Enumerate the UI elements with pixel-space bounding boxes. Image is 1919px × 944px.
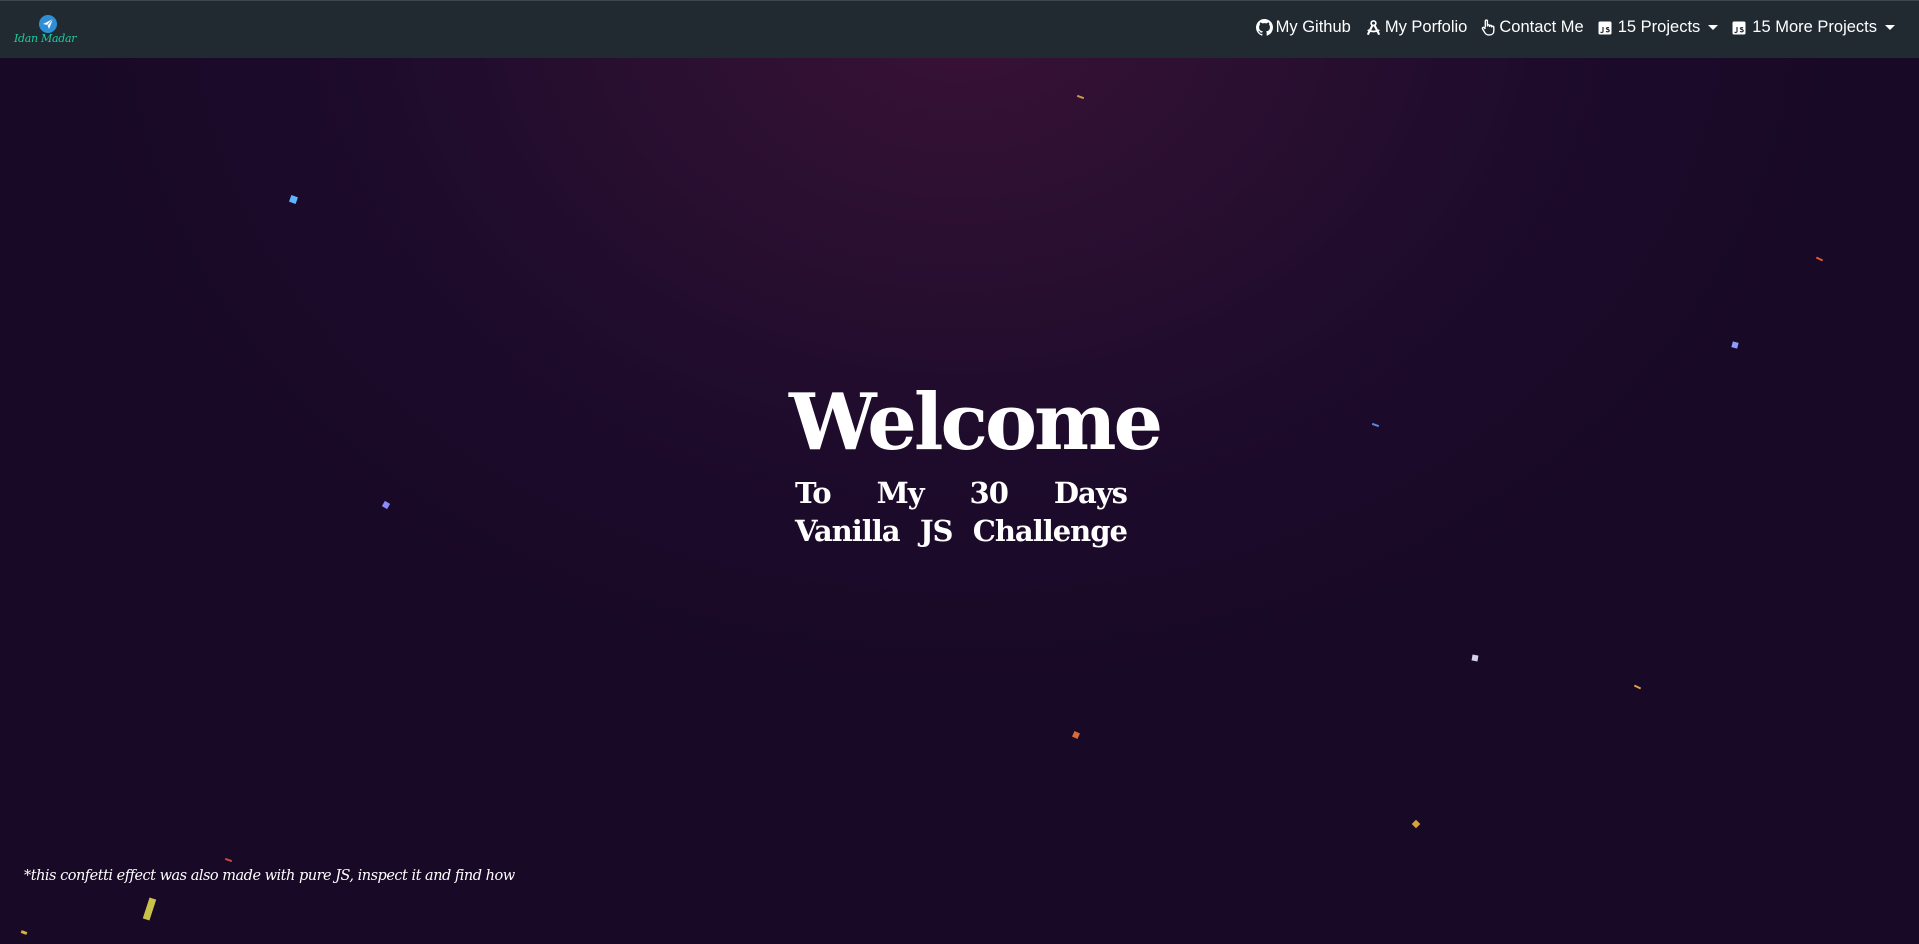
paper-plane-icon	[39, 15, 57, 33]
confetti-piece	[20, 930, 28, 935]
chevron-down-icon	[1885, 25, 1895, 30]
nav-more-projects-label: 15 More Projects	[1752, 18, 1877, 36]
nav-portfolio-link[interactable]: My Porfolio	[1365, 18, 1468, 37]
confetti-footnote: *this confetti effect was also made with…	[24, 868, 515, 884]
nav-links: My Github My Porfolio Contact Me 15 Proj…	[1255, 18, 1895, 37]
nav-projects-dropdown[interactable]: 15 Projects	[1598, 18, 1719, 37]
nav-projects-label: 15 Projects	[1617, 18, 1701, 36]
top-navbar: Idan Madar My Github My Porfolio Contact…	[0, 0, 1919, 58]
confetti-piece	[1411, 819, 1421, 829]
confetti-piece	[1633, 684, 1642, 690]
drafting-compass-icon	[1366, 20, 1380, 35]
brand-name: Idan Madar	[14, 32, 77, 45]
github-icon	[1255, 19, 1273, 36]
confetti-piece	[1371, 422, 1380, 428]
confetti-piece	[224, 857, 233, 863]
js-square-icon	[1598, 21, 1612, 34]
hero-subtitle: To My 30 Days Vanilla JS Challenge	[795, 476, 1128, 548]
nav-contact-label: Contact Me	[1499, 18, 1584, 36]
confetti-piece	[1731, 341, 1739, 349]
js-square-icon	[1732, 21, 1746, 34]
confetti-piece	[289, 195, 298, 204]
chevron-down-icon	[1708, 25, 1719, 30]
confetti-piece	[1815, 256, 1824, 262]
hero-title: Welcome	[789, 377, 1163, 468]
nav-github-label: My Github	[1275, 18, 1351, 36]
confetti-piece	[1072, 731, 1080, 739]
nav-contact-link[interactable]: Contact Me	[1481, 18, 1584, 37]
confetti-piece	[1076, 94, 1085, 100]
hand-pointer-icon	[1482, 19, 1495, 36]
nav-more-projects-dropdown[interactable]: 15 More Projects	[1732, 18, 1895, 37]
confetti-piece	[142, 897, 157, 921]
confetti-piece	[381, 500, 391, 510]
confetti-piece	[1471, 654, 1479, 662]
nav-github-link[interactable]: My Github	[1255, 18, 1351, 37]
hero: Welcome To My 30 Days Vanilla JS Challen…	[789, 376, 1163, 550]
nav-portfolio-label: My Porfolio	[1384, 18, 1468, 36]
brand-logo[interactable]: Idan Madar	[12, 15, 82, 51]
